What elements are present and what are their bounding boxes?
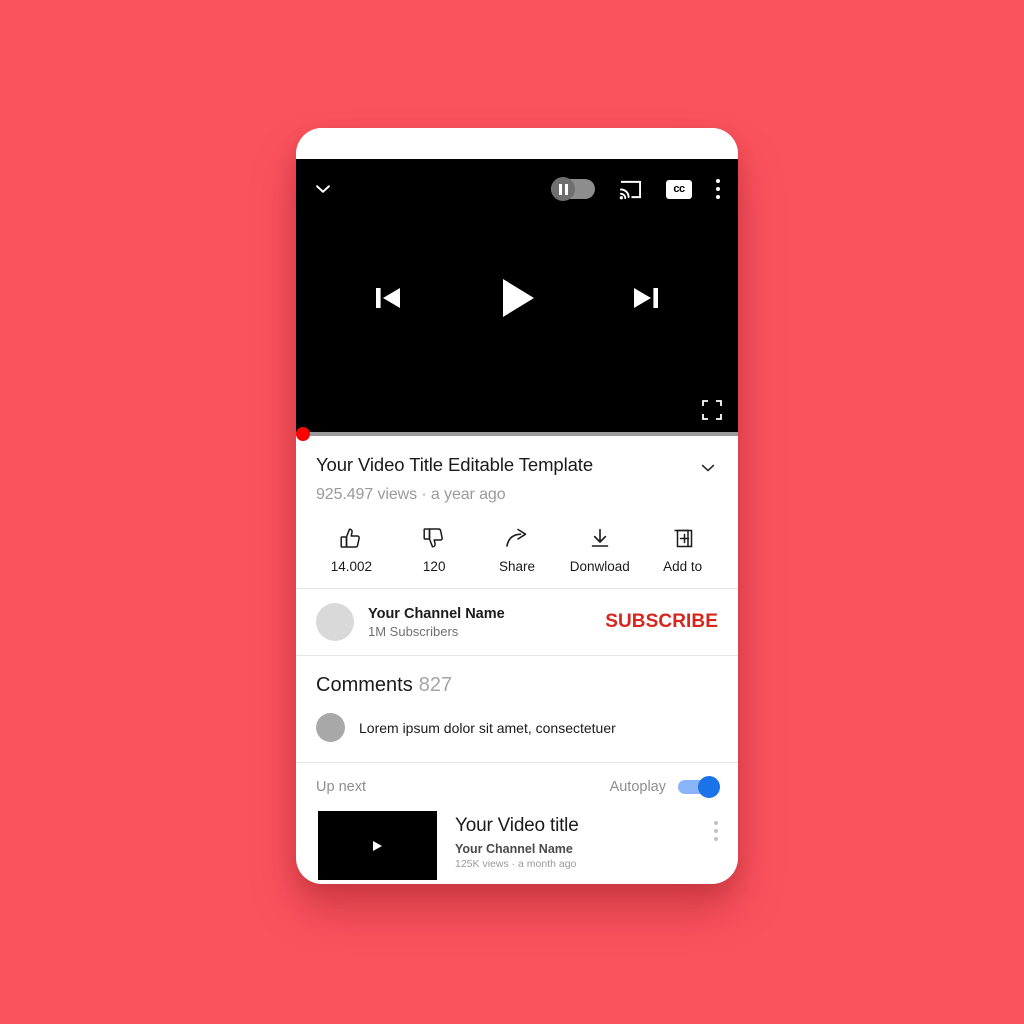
skip-next-icon[interactable] [628, 280, 664, 316]
progress-scrubber-handle[interactable] [296, 427, 310, 441]
more-vertical-icon[interactable] [714, 811, 718, 880]
autoplay-toggle-knob [698, 776, 720, 798]
toggle-knob [551, 177, 575, 201]
comments-count: 827 [418, 674, 453, 696]
player-transport-controls [296, 273, 738, 323]
chevron-down-icon[interactable] [698, 454, 718, 478]
fullscreen-icon[interactable] [702, 400, 722, 420]
avatar [316, 713, 345, 742]
add-to-icon [670, 526, 696, 552]
up-next-video-meta: 125K views · a month ago [455, 858, 577, 870]
skip-previous-icon[interactable] [370, 280, 406, 316]
video-meta: Your Video Title Editable Template 925.4… [296, 436, 738, 510]
download-icon [587, 526, 613, 552]
add-to-button[interactable]: Add to [641, 526, 724, 574]
video-player[interactable]: cc [296, 159, 738, 441]
comments-section[interactable]: Comments 827 Lorem ipsum dolor sit amet, … [296, 656, 738, 762]
channel-subscribers: 1M Subscribers [368, 623, 459, 639]
share-label: Share [498, 559, 535, 574]
card-top-bezel [296, 128, 738, 159]
phone-mockup-card: cc Your Video Title Editable Template 92… [296, 128, 738, 884]
share-button[interactable]: Share [476, 526, 559, 574]
comments-heading-label: Comments [316, 674, 413, 696]
download-button[interactable]: Donwload [558, 526, 641, 574]
comments-heading: Comments 827 [316, 674, 718, 697]
download-label: Donwload [569, 559, 630, 574]
dislike-count: 120 [422, 559, 446, 574]
cc-icon[interactable]: cc [666, 179, 692, 199]
channel-row[interactable]: Your Channel Name 1M Subscribers SUBSCRI… [296, 589, 738, 655]
video-action-row: 14.002 120 Share Donwload Add to [296, 510, 738, 588]
player-top-bar: cc [296, 159, 738, 219]
video-info-section: Your Video Title Editable Template 925.4… [296, 436, 738, 588]
thumbs-up-icon [338, 526, 364, 552]
video-thumbnail-play-icon[interactable] [318, 811, 437, 880]
cast-icon[interactable] [619, 179, 642, 200]
more-vertical-icon[interactable] [716, 179, 720, 199]
list-item[interactable]: Lorem ipsum dolor sit amet, consectetuer [316, 713, 718, 742]
dislike-button[interactable]: 120 [393, 526, 476, 574]
thumbs-down-icon [421, 526, 447, 552]
up-next-label: Up next [316, 779, 366, 795]
subscribe-button[interactable]: SUBSCRIBE [605, 611, 718, 633]
share-icon [504, 526, 530, 552]
play-icon [373, 840, 382, 851]
play-icon[interactable] [492, 273, 542, 323]
autoplay-label: Autoplay [609, 779, 666, 795]
comment-text: Lorem ipsum dolor sit amet, consectetuer [359, 719, 616, 736]
autoplay-toggle[interactable] [678, 776, 720, 798]
add-to-label: Add to [663, 559, 703, 574]
channel-name: Your Channel Name [368, 605, 505, 622]
up-next-channel-name: Your Channel Name [455, 842, 573, 856]
like-count: 14.002 [330, 559, 373, 574]
list-item[interactable]: Your Video title Your Channel Name 125K … [296, 809, 738, 880]
chevron-down-icon[interactable] [312, 178, 334, 200]
pause-toggle-icon[interactable] [551, 177, 595, 201]
up-next-header: Up next Autoplay [296, 763, 738, 809]
page-title: Your Video Title Editable Template [316, 454, 594, 475]
avatar [316, 603, 354, 641]
like-button[interactable]: 14.002 [310, 526, 393, 574]
video-progress-bar[interactable] [296, 427, 738, 441]
up-next-video-title: Your Video title [455, 815, 579, 836]
video-stats: 925.497 views · a year ago [316, 486, 506, 503]
